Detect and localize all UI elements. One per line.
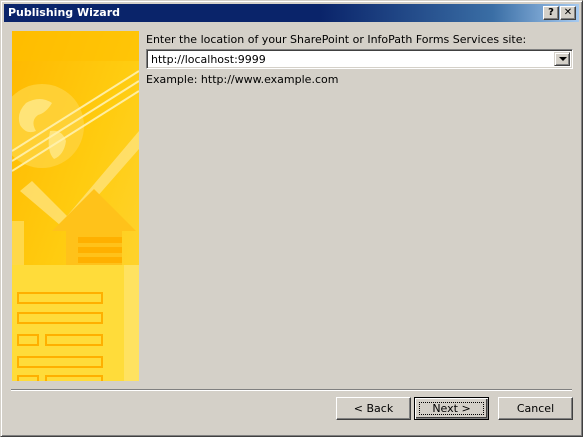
help-button[interactable]: ? [543,6,559,20]
cancel-button[interactable]: Cancel [498,397,573,420]
chevron-down-icon [559,57,567,61]
example-text: Example: http://www.example.com [146,73,339,86]
dropdown-button[interactable] [554,52,570,66]
window-title: Publishing Wizard [8,6,121,19]
back-button[interactable]: < Back [336,397,411,420]
wizard-illustration [12,31,139,381]
site-location-combobox[interactable] [146,49,573,69]
publishing-wizard-dialog: Publishing Wizard ? ✕ Enter the location… [0,0,583,437]
location-prompt: Enter the location of your SharePoint or… [146,33,527,46]
cancel-button-label: Cancel [516,402,555,415]
site-location-input[interactable] [151,52,551,66]
button-separator [11,389,572,391]
close-button[interactable]: ✕ [560,6,576,20]
help-icon: ? [548,7,554,18]
close-icon: ✕ [563,7,573,18]
next-button-label: Next > [432,402,471,415]
back-button-label: < Back [353,402,394,415]
next-button[interactable]: Next > [414,397,489,420]
title-bar[interactable]: Publishing Wizard ? ✕ [4,4,579,22]
